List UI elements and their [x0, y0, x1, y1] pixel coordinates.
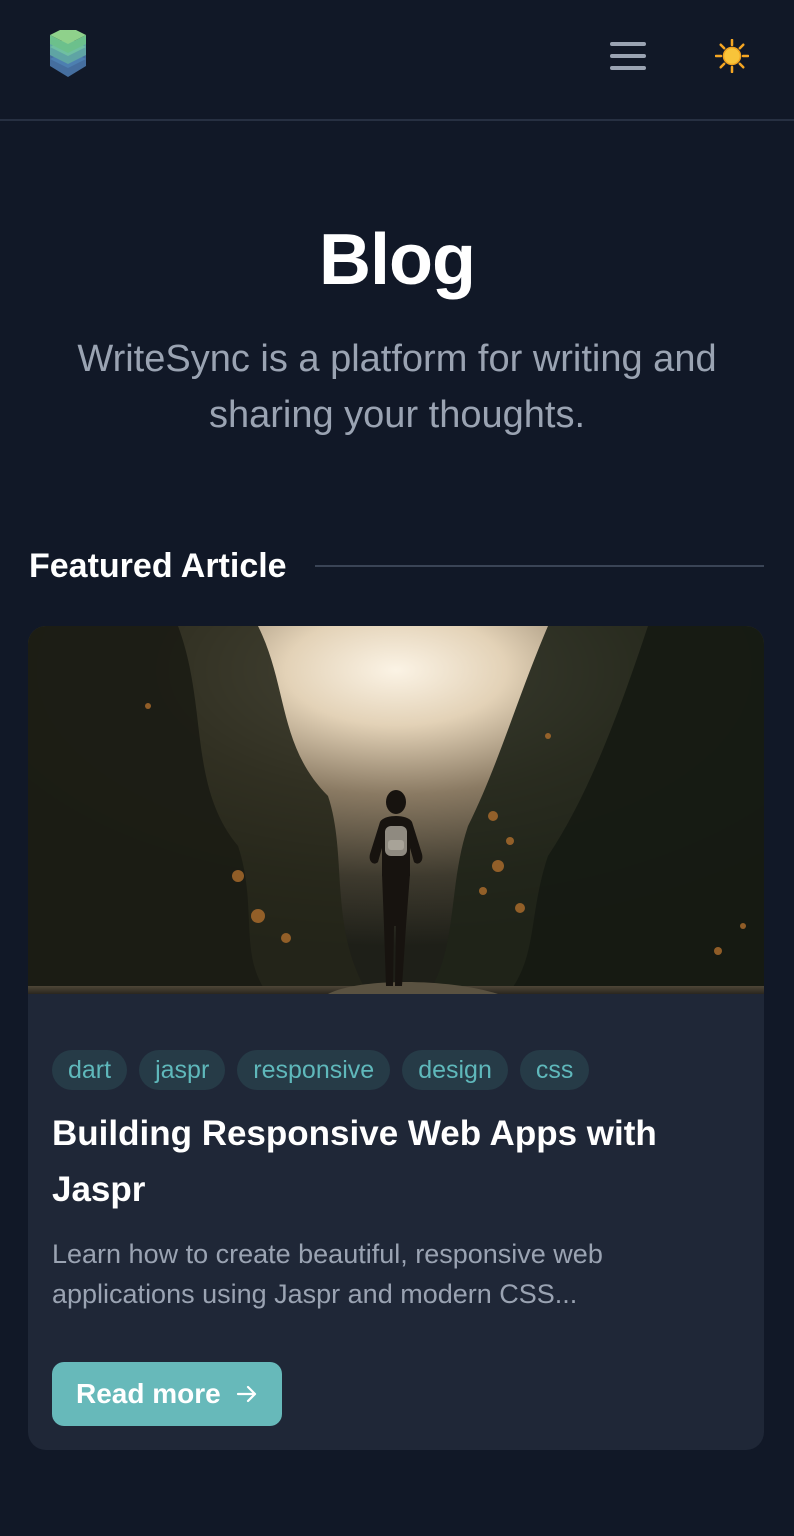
featured-heading: Featured Article [29, 547, 287, 585]
arrow-right-icon [236, 1385, 256, 1403]
hamburger-menu-icon [610, 42, 646, 70]
tag-dart[interactable]: dart [52, 1050, 128, 1090]
section-divider [315, 565, 764, 567]
theme-toggle-button[interactable] [706, 30, 758, 82]
read-more-button[interactable]: Read more [52, 1362, 282, 1426]
page-title: Blog [319, 220, 476, 300]
article-title[interactable]: Building Responsive Web Apps with Jaspr [52, 1106, 742, 1218]
tag-responsive[interactable]: responsive [237, 1050, 391, 1090]
sun-icon [715, 39, 749, 73]
page-subtitle: WriteSync is a platform for writing and … [77, 338, 717, 436]
tag-design[interactable]: design [402, 1050, 508, 1090]
site-header [0, 0, 794, 121]
tag-jaspr[interactable]: jaspr [139, 1050, 226, 1090]
tag-list: dart jaspr responsive design css [52, 1050, 590, 1090]
tag-css[interactable]: css [519, 1050, 590, 1090]
read-more-label: Read more [76, 1378, 221, 1409]
menu-button[interactable] [598, 30, 658, 82]
logo-icon[interactable] [48, 26, 88, 82]
article-cover-image[interactable] [28, 626, 764, 994]
featured-article-card[interactable]: dart jaspr responsive design css Buildin… [28, 626, 764, 1450]
article-excerpt: Learn how to create beautiful, responsiv… [52, 1239, 603, 1309]
